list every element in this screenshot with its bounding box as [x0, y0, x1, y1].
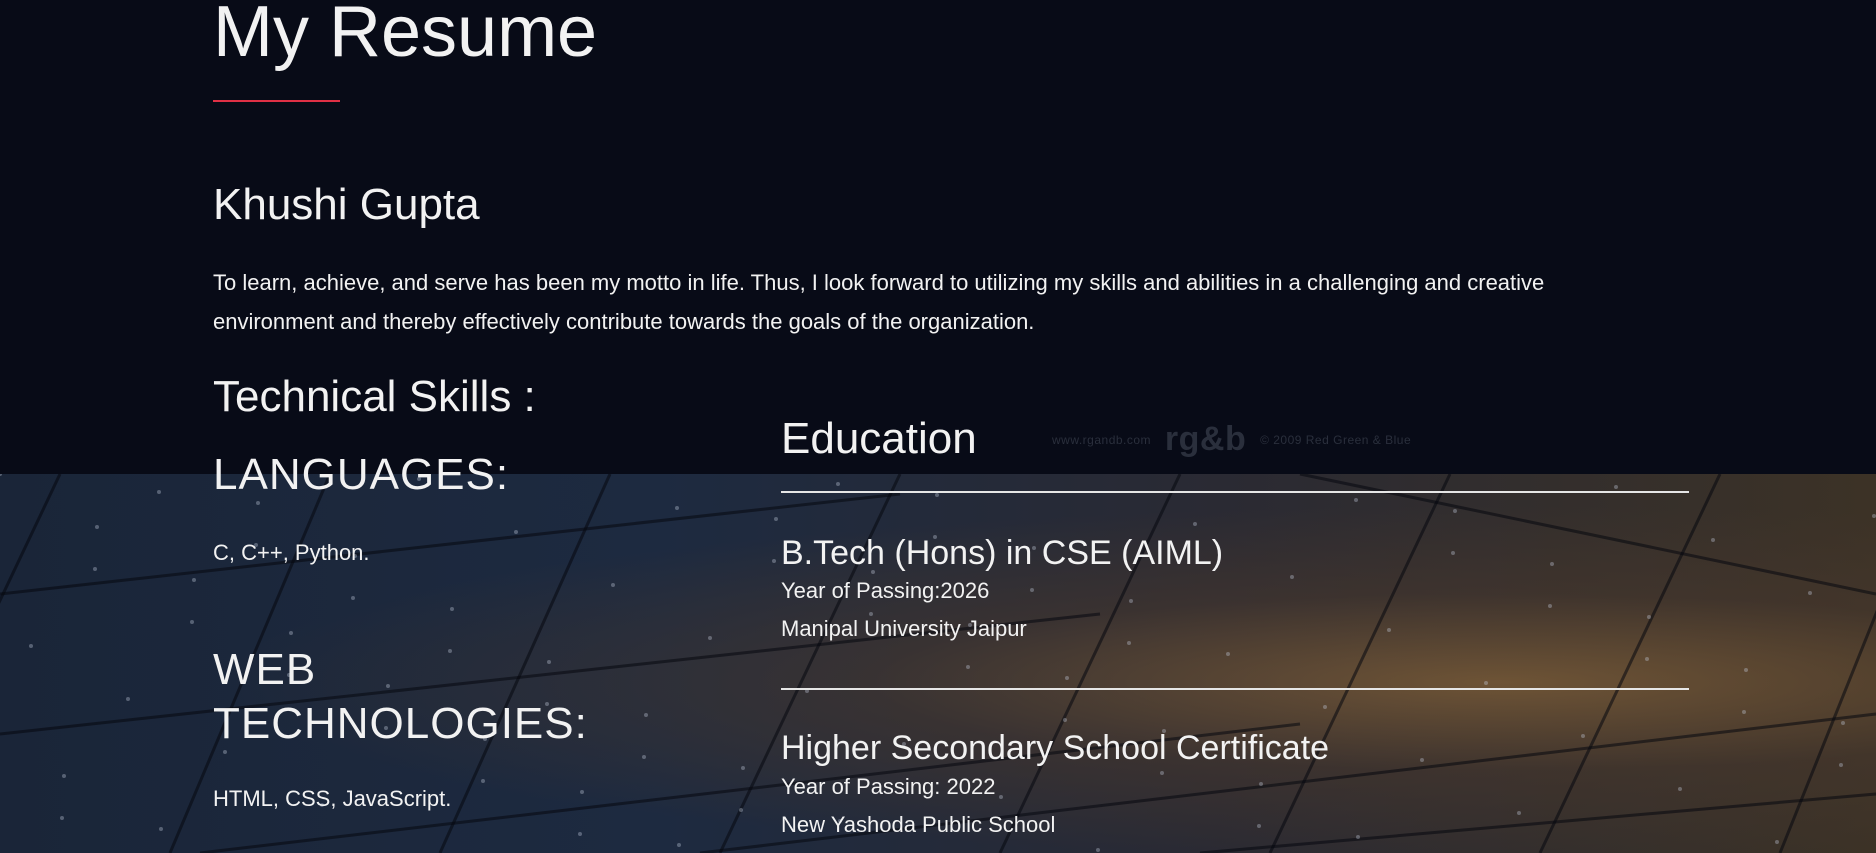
technical-skills-heading: Technical Skills :: [213, 372, 536, 421]
languages-heading: LANGUAGES:: [213, 450, 510, 499]
education-institution: New Yashoda Public School: [781, 812, 1056, 837]
title-underline: [213, 100, 340, 102]
languages-list: C, C++, Python.: [213, 540, 370, 565]
education-year: Year of Passing: 2022: [781, 774, 996, 799]
watermark-logo: rg&b: [1164, 420, 1247, 458]
image-watermark: www.rgandb.com rg&b © 2009 Red Green & B…: [1052, 420, 1411, 459]
education-institution: Manipal University Jaipur: [781, 616, 1027, 641]
watermark-copyright: © 2009 Red Green & Blue: [1260, 433, 1412, 447]
web-technologies-heading: WEB TECHNOLOGIES:: [213, 645, 588, 748]
watermark-url: www.rgandb.com: [1052, 433, 1152, 447]
education-heading: Education: [781, 414, 977, 463]
education-degree: Higher Secondary School Certificate: [781, 729, 1330, 767]
education-divider: [781, 491, 1689, 493]
education-divider: [781, 688, 1689, 690]
education-degree: B.Tech (Hons) in CSE (AIML): [781, 534, 1224, 572]
page-title: My Resume: [213, 0, 598, 72]
education-year: Year of Passing:2026: [781, 578, 990, 603]
web-technologies-list: HTML, CSS, JavaScript.: [213, 786, 452, 811]
career-objective: To learn, achieve, and serve has been my…: [213, 270, 1545, 334]
person-name: Khushi Gupta: [213, 180, 480, 229]
